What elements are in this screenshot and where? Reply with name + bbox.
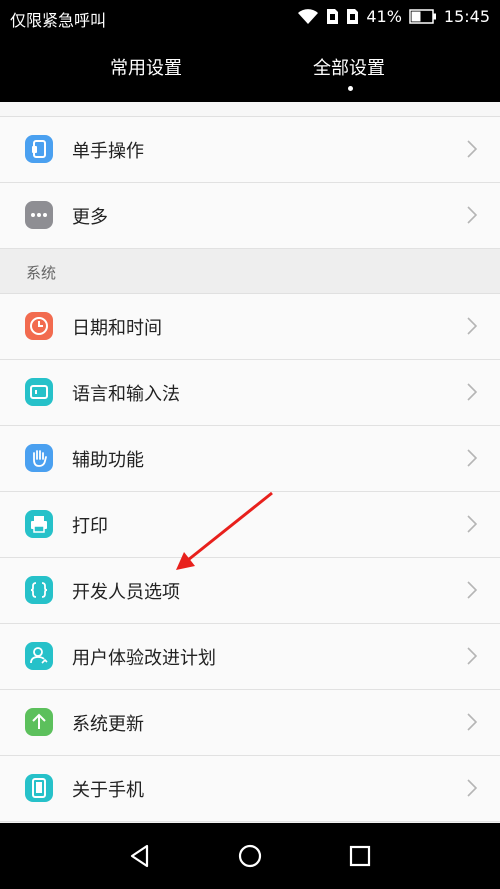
settings-row-label: 用户体验改进计划 — [72, 648, 216, 669]
chevron-right-icon — [467, 449, 478, 467]
battery-percent: 41% — [366, 7, 402, 26]
carrier-text: 仅限紧急呼叫 — [10, 11, 107, 30]
braces-icon — [25, 576, 53, 604]
back-icon[interactable] — [124, 840, 156, 872]
settings-list: 单手操作 更多 系统 日期和时间 语言和输入法 辅助功能 打印 开发人员选项 用… — [0, 102, 500, 822]
sim-card-icon — [347, 9, 359, 24]
chevron-right-icon — [467, 779, 478, 797]
settings-row-more[interactable]: 更多 — [0, 183, 500, 249]
settings-row-label: 关于手机 — [72, 780, 144, 801]
keyboard-icon — [25, 378, 53, 406]
clock-icon — [25, 312, 53, 340]
settings-row-print[interactable]: 打印 — [0, 492, 500, 558]
chevron-right-icon — [467, 317, 478, 335]
user-icon — [25, 642, 53, 670]
settings-tab-bar: 常用设置 全部设置 — [0, 34, 500, 102]
settings-row-user-experience[interactable]: 用户体验改进计划 — [0, 624, 500, 690]
section-title: 系统 — [26, 264, 57, 282]
phone-icon — [25, 774, 53, 802]
section-header-system: 系统 — [0, 249, 500, 294]
tab-all-settings[interactable]: 全部设置 — [313, 54, 385, 80]
hand-icon — [25, 444, 53, 472]
settings-row-one-hand[interactable]: 单手操作 — [0, 117, 500, 183]
battery-icon — [409, 9, 436, 24]
list-top-edge — [0, 102, 500, 117]
status-bar: 仅限紧急呼叫 41% 15:45 — [0, 0, 500, 34]
chevron-right-icon — [467, 713, 478, 731]
settings-row-system-update[interactable]: 系统更新 — [0, 690, 500, 756]
one-hand-icon — [25, 135, 53, 163]
more-dots-icon — [25, 201, 53, 229]
settings-row-label: 辅助功能 — [72, 450, 144, 471]
chevron-right-icon — [467, 206, 478, 224]
settings-row-label: 开发人员选项 — [72, 582, 180, 603]
active-tab-indicator — [348, 86, 353, 91]
printer-icon — [25, 510, 53, 538]
home-icon[interactable] — [234, 840, 266, 872]
chevron-right-icon — [467, 515, 478, 533]
settings-row-date-time[interactable]: 日期和时间 — [0, 294, 500, 360]
settings-row-label: 单手操作 — [72, 141, 144, 162]
chevron-right-icon — [467, 647, 478, 665]
chevron-right-icon — [467, 140, 478, 158]
settings-row-developer-options[interactable]: 开发人员选项 — [0, 558, 500, 624]
update-arrow-icon — [25, 708, 53, 736]
wifi-icon — [298, 8, 319, 24]
settings-row-label: 日期和时间 — [72, 318, 162, 339]
chevron-right-icon — [467, 383, 478, 401]
settings-row-label: 语言和输入法 — [72, 384, 180, 405]
recent-apps-icon[interactable] — [344, 840, 376, 872]
settings-row-about-phone[interactable]: 关于手机 — [0, 756, 500, 822]
chevron-right-icon — [467, 581, 478, 599]
settings-row-label: 打印 — [72, 516, 108, 537]
settings-row-label: 更多 — [72, 207, 108, 228]
sim-card-icon — [327, 9, 339, 24]
settings-row-language-input[interactable]: 语言和输入法 — [0, 360, 500, 426]
clock-time: 15:45 — [443, 7, 490, 26]
navigation-bar — [0, 823, 500, 889]
settings-row-accessibility[interactable]: 辅助功能 — [0, 426, 500, 492]
settings-row-label: 系统更新 — [72, 714, 144, 735]
tab-common-settings[interactable]: 常用设置 — [110, 54, 182, 80]
